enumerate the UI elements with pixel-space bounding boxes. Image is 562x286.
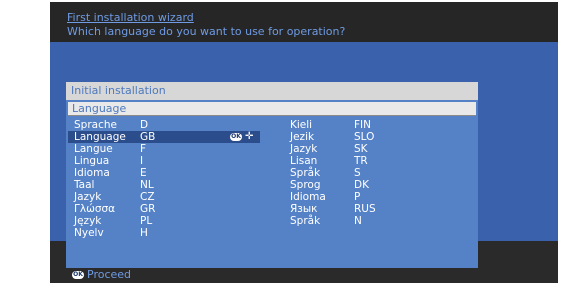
language-code: NL xyxy=(140,179,154,191)
four-way-arrows-icon: ✛ xyxy=(245,131,254,142)
language-item[interactable]: Idioma E xyxy=(68,167,260,179)
wizard-title[interactable]: First installation wizard xyxy=(67,11,194,24)
language-name: Språk xyxy=(290,215,321,227)
language-item[interactable]: Nyelv H xyxy=(68,227,260,239)
language-item[interactable]: Jezik SLO xyxy=(284,131,474,143)
language-item[interactable]: Taal NL xyxy=(68,179,260,191)
language-item[interactable]: Язык RUS xyxy=(284,203,474,215)
language-item[interactable]: Sprog DK xyxy=(284,179,474,191)
language-code: TR xyxy=(354,155,368,167)
language-name: Kieli xyxy=(290,119,313,131)
language-code: SLO xyxy=(354,131,375,143)
language-item[interactable]: Jazyk SK xyxy=(284,143,474,155)
language-name: Lisan xyxy=(290,155,318,167)
language-name: Jazyk xyxy=(290,143,318,155)
language-code: E xyxy=(140,167,147,179)
wizard-question: Which language do you want to use for op… xyxy=(67,25,346,38)
language-code: GR xyxy=(140,203,156,215)
language-name: Language xyxy=(74,131,126,143)
language-item[interactable]: Język PL xyxy=(68,215,260,227)
panel-subtitle: Language xyxy=(68,102,476,116)
language-name: Lingua xyxy=(74,155,110,167)
language-code: CZ xyxy=(140,191,155,203)
language-code: RUS xyxy=(354,203,376,215)
language-item[interactable]: Lisan TR xyxy=(284,155,474,167)
language-code: H xyxy=(140,227,148,239)
language-item[interactable]: Language GB OK ✛ xyxy=(68,131,260,143)
language-name: Язык xyxy=(290,203,318,215)
tv-screen: First installation wizard Which language… xyxy=(50,2,558,283)
language-item[interactable]: Γλώσσα GR xyxy=(68,203,260,215)
language-item[interactable]: Språk N xyxy=(284,215,474,227)
language-item[interactable]: Språk S xyxy=(284,167,474,179)
language-name: Idioma xyxy=(74,167,110,179)
panel-title: Initial installation xyxy=(66,82,478,100)
language-item[interactable]: Langue F xyxy=(68,143,260,155)
language-code: PL xyxy=(140,215,153,227)
language-name: Język xyxy=(74,215,102,227)
ok-button-icon: OK xyxy=(230,133,242,141)
language-name: Jezik xyxy=(290,131,315,143)
language-item[interactable]: Kieli FIN xyxy=(284,119,474,131)
language-code: D xyxy=(140,119,149,131)
proceed-label: Proceed xyxy=(87,268,132,281)
language-item[interactable]: Lingua I xyxy=(68,155,260,167)
language-name: Taal xyxy=(74,179,95,191)
proceed-button[interactable]: OK Proceed xyxy=(72,268,131,282)
language-code: S xyxy=(354,167,361,179)
language-name: Idioma xyxy=(290,191,326,203)
language-code: SK xyxy=(354,143,368,155)
language-name: Jazyk xyxy=(74,191,102,203)
language-code: DK xyxy=(354,179,369,191)
language-name: Langue xyxy=(74,143,113,155)
language-name: Sprog xyxy=(290,179,321,191)
language-item[interactable]: Jazyk CZ xyxy=(68,191,260,203)
language-code: P xyxy=(354,191,361,203)
language-name: Nyelv xyxy=(74,227,104,239)
language-name: Språk xyxy=(290,167,321,179)
language-name: Sprache xyxy=(74,119,117,131)
wizard-header: First installation wizard Which language… xyxy=(50,2,558,42)
installation-panel: Initial installation Language Sprache D La… xyxy=(66,82,478,268)
selection-hint: OK ✛ xyxy=(230,131,253,143)
language-item[interactable]: Sprache D xyxy=(68,119,260,131)
language-name: Γλώσσα xyxy=(74,203,116,215)
language-code: GB xyxy=(140,131,156,143)
language-code: FIN xyxy=(354,119,371,131)
ok-button-icon: OK xyxy=(72,271,84,279)
language-code: N xyxy=(354,215,362,227)
language-code: F xyxy=(140,143,147,155)
language-item[interactable]: Idioma P xyxy=(284,191,474,203)
language-code: I xyxy=(140,155,144,167)
